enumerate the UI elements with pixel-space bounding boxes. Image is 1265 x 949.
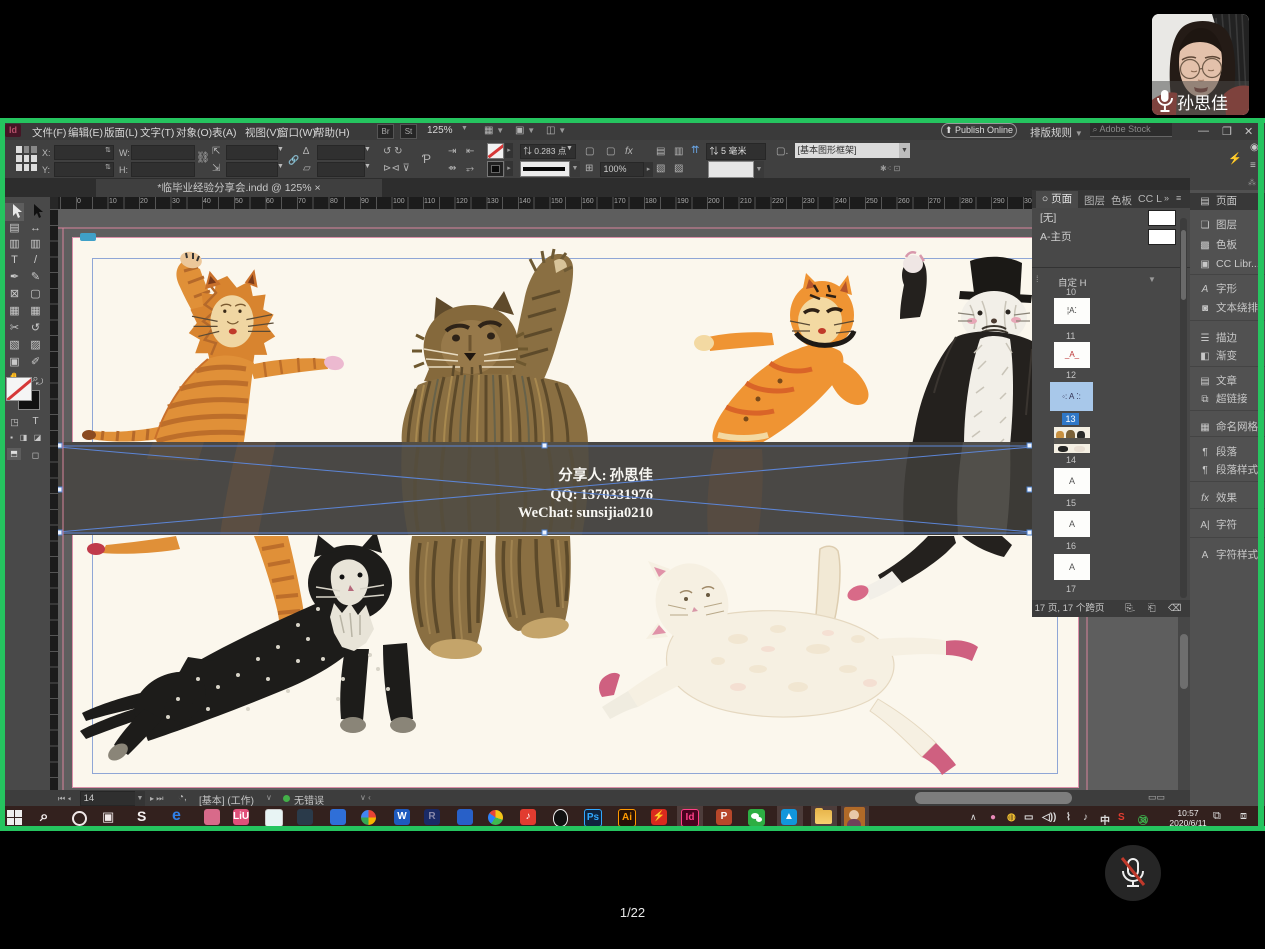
- svg-text:孙思佳: 孙思佳: [1177, 94, 1228, 113]
